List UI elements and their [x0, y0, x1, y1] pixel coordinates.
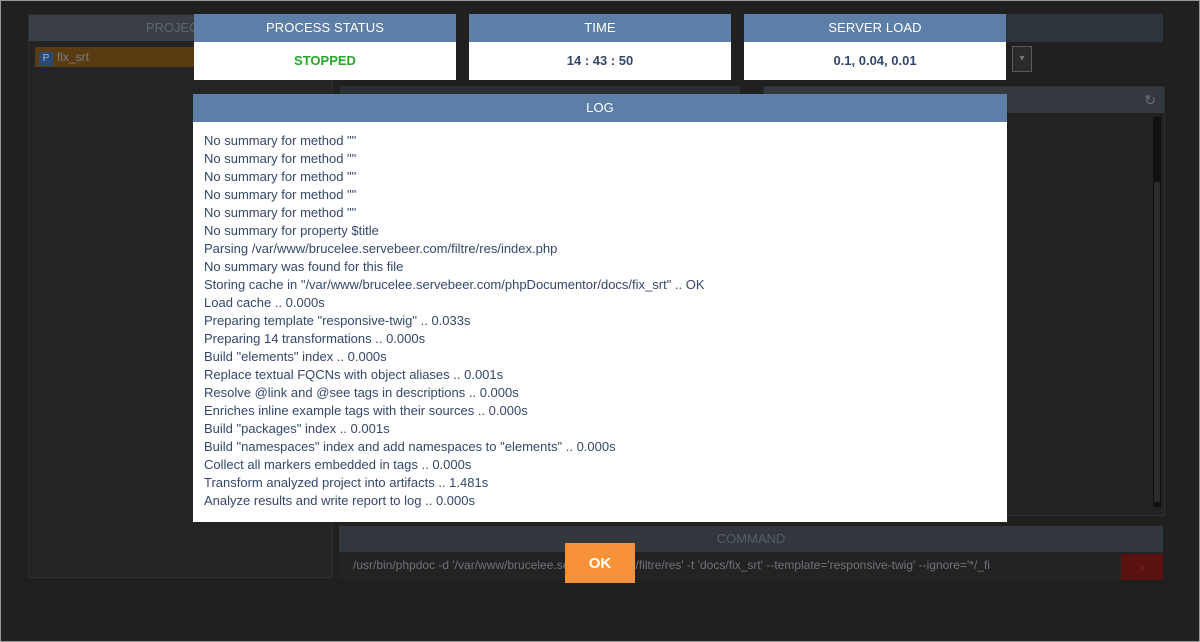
log-line: No summary for method "" — [204, 205, 357, 220]
project-badge-icon: P — [39, 52, 53, 66]
log-line: Collect all markers embedded in tags .. … — [204, 457, 472, 472]
log-line: No summary for method "" — [204, 169, 357, 184]
time-card: TIME 14 : 43 : 50 — [469, 14, 731, 80]
log-line: Replace textual FQCNs with object aliase… — [204, 367, 504, 382]
log-body: No summary for method "" No summary for m… — [193, 122, 1007, 520]
process-status-value: STOPPED — [294, 53, 356, 68]
log-line: Transform analyzed project into artifact… — [204, 475, 489, 490]
log-line: Preparing 14 transformations .. 0.000s — [204, 331, 426, 346]
scrollbar-thumb[interactable] — [1154, 182, 1160, 502]
command-header: COMMAND — [339, 526, 1163, 552]
log-line: No summary was found for this file — [204, 259, 404, 274]
log-line: Build "namespaces" index and add namespa… — [204, 439, 616, 454]
log-line: Analyze results and write report to log … — [204, 493, 475, 508]
log-line: No summary for method "" — [204, 151, 357, 166]
time-value: 14 : 43 : 50 — [566, 53, 634, 68]
output-scrollbar[interactable] — [1153, 117, 1161, 507]
refresh-icon[interactable]: ↻ — [1144, 92, 1156, 109]
log-line: No summary for method "" — [204, 187, 357, 202]
process-status-card: PROCESS STATUS STOPPED — [194, 14, 456, 80]
server-load-header: SERVER LOAD — [744, 14, 1006, 42]
log-line: Enriches inline example tags with their … — [204, 403, 528, 418]
select-dropdown[interactable]: ▾ — [1012, 46, 1032, 72]
server-load-card: SERVER LOAD 0.1, 0.04, 0.01 — [744, 14, 1006, 80]
log-line: Preparing template "responsive-twig" .. … — [204, 313, 471, 328]
time-header: TIME — [469, 14, 731, 42]
log-line: Build "packages" index .. 0.001s — [204, 421, 390, 436]
project-item-label: fix_srt — [57, 50, 90, 64]
run-button[interactable]: › — [1121, 554, 1163, 580]
ok-button[interactable]: OK — [565, 543, 635, 583]
log-header: LOG — [193, 94, 1007, 122]
log-line: Load cache .. 0.000s — [204, 295, 325, 310]
log-line: No summary for property $title — [204, 223, 379, 238]
top-right-header — [1005, 14, 1163, 42]
server-load-value: 0.1, 0.04, 0.01 — [833, 53, 917, 68]
log-line: Parsing /var/www/brucelee.servebeer.com/… — [204, 241, 558, 256]
log-line: Build "elements" index .. 0.000s — [204, 349, 387, 364]
log-line: Resolve @link and @see tags in descripti… — [204, 385, 519, 400]
command-input[interactable]: /usr/bin/phpdoc -d '/var/www/brucelee.se… — [353, 558, 1053, 572]
process-status-header: PROCESS STATUS — [194, 14, 456, 42]
log-line: Storing cache in "/var/www/brucelee.serv… — [204, 277, 705, 292]
log-line: No summary for method "" — [204, 133, 357, 148]
log-card: LOG No summary for method "" No summary f… — [193, 94, 1007, 522]
command-panel: COMMAND /usr/bin/phpdoc -d '/var/www/bru… — [339, 526, 1163, 580]
